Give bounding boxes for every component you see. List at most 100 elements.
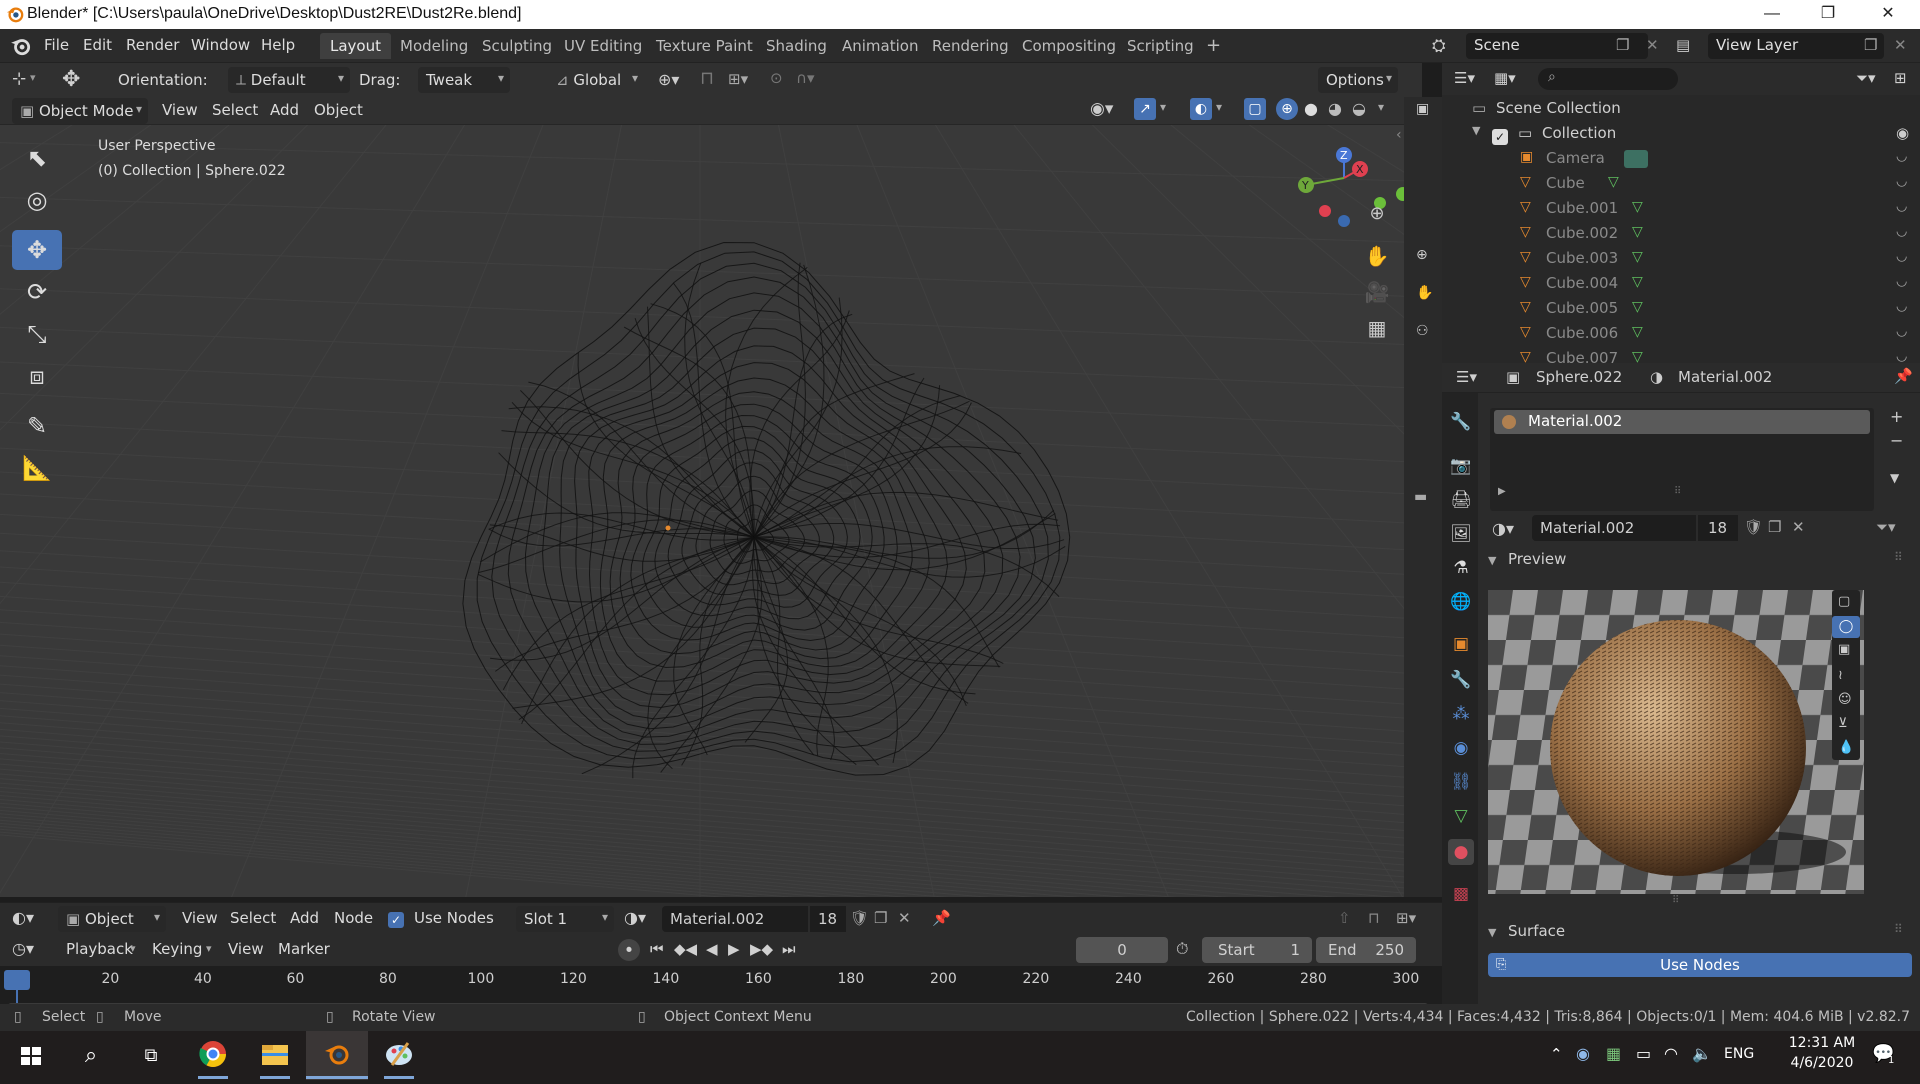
camera-view-icon[interactable]: ⚇ bbox=[1416, 323, 1429, 339]
end-frame-field[interactable]: End 250 bbox=[1316, 937, 1416, 963]
menu-help[interactable]: Help bbox=[261, 36, 295, 54]
world-icon[interactable]: 🌐 bbox=[1448, 589, 1474, 615]
show-hidden-icons[interactable]: ⌃ bbox=[1550, 1045, 1563, 1063]
particles-icon[interactable]: ⁂ bbox=[1448, 701, 1474, 727]
mesh-data-icon[interactable]: ▽ bbox=[1632, 324, 1643, 340]
tab-texture-paint[interactable]: Texture Paint bbox=[646, 33, 763, 59]
battery-icon[interactable]: ▭ bbox=[1636, 1044, 1651, 1063]
viewport-canvas[interactable] bbox=[0, 125, 1404, 897]
current-frame-field[interactable]: 0 bbox=[1076, 937, 1168, 963]
start-frame-field[interactable]: Start 1 bbox=[1202, 937, 1312, 963]
outliner-collection[interactable]: ▼ ✓ ▭ Collection ◉ bbox=[1442, 122, 1920, 147]
keying-menu[interactable]: Keying bbox=[152, 940, 202, 958]
node-tree-icon[interactable]: ⏷▾ bbox=[1876, 518, 1896, 536]
viewport-menu-object[interactable]: Object bbox=[314, 101, 363, 119]
resize-grip-icon[interactable]: ⠿ bbox=[1674, 486, 1681, 497]
menu-edit[interactable]: Edit bbox=[83, 36, 112, 54]
viewport-menu-add[interactable]: Add bbox=[270, 101, 299, 119]
eye-closed-icon[interactable]: ◡ bbox=[1896, 324, 1907, 339]
shader-type-dropdown[interactable]: ▣ Object ▾ bbox=[58, 906, 166, 932]
browse-material-icon[interactable]: ◑▾ bbox=[624, 908, 646, 927]
fluid-preview-icon[interactable]: 💧 bbox=[1838, 740, 1854, 755]
marker-menu[interactable]: Marker bbox=[278, 940, 330, 958]
rendered-shading-icon[interactable]: ◒ bbox=[1348, 98, 1370, 120]
tool-settings-icon[interactable]: 🔧 bbox=[1448, 409, 1474, 435]
mode-dropdown[interactable]: ▣ Object Mode ▾ bbox=[12, 98, 148, 124]
play-icon[interactable]: ▶ bbox=[728, 940, 740, 958]
node-menu-node[interactable]: Node bbox=[334, 909, 373, 927]
output-icon[interactable]: 🖨 bbox=[1448, 487, 1474, 513]
scene-icon[interactable]: ⚗ bbox=[1448, 555, 1474, 581]
material-slot-row[interactable]: Material.002 bbox=[1494, 410, 1870, 434]
mesh-data-icon[interactable]: ▽ bbox=[1632, 274, 1643, 290]
browse-material-icon[interactable]: ◑▾ bbox=[1492, 519, 1514, 538]
node-menu-view[interactable]: View bbox=[182, 909, 218, 927]
constraints-icon[interactable]: ⛓ bbox=[1448, 769, 1474, 795]
blender-app[interactable] bbox=[306, 1031, 368, 1080]
new-view-layer-icon[interactable]: ❐ bbox=[1864, 36, 1877, 54]
input-language[interactable]: ENG bbox=[1724, 1046, 1754, 1062]
tray-app-icon[interactable]: ▦ bbox=[1606, 1044, 1621, 1063]
add-slot-button[interactable]: + bbox=[1890, 407, 1903, 426]
volume-icon[interactable]: 🔈 bbox=[1692, 1044, 1712, 1063]
eye-closed-icon[interactable]: ◡ bbox=[1896, 249, 1907, 264]
next-keyframe-icon[interactable]: ▶◆ bbox=[750, 940, 773, 958]
falloff-icon[interactable]: ∩▾ bbox=[796, 69, 815, 87]
jump-start-icon[interactable]: ⏮ bbox=[650, 940, 664, 958]
drag-grip-icon[interactable]: ⠿ bbox=[1894, 550, 1903, 564]
chevron-down-icon[interactable]: ▼ bbox=[1472, 124, 1480, 137]
scene-icon[interactable]: ⛭ bbox=[1432, 36, 1446, 56]
pan-hand-icon[interactable]: ✋ bbox=[1360, 239, 1394, 273]
physics-icon[interactable]: ◉ bbox=[1448, 735, 1474, 761]
monkey-preview-icon[interactable]: ☺ bbox=[1838, 692, 1852, 707]
collection-checkbox[interactable]: ✓ bbox=[1492, 127, 1508, 145]
outliner-item[interactable]: ▽ Cube.006 ▽ ◡ bbox=[1442, 322, 1920, 347]
move-tool-button[interactable]: ✥ bbox=[12, 230, 62, 270]
eye-closed-icon[interactable]: ◡ bbox=[1896, 224, 1907, 239]
hair-preview-icon[interactable]: ≀ bbox=[1838, 668, 1843, 683]
close-window-button[interactable]: ✕ bbox=[1860, 0, 1916, 29]
eye-closed-icon[interactable]: ◡ bbox=[1896, 274, 1907, 289]
eye-closed-icon[interactable]: ◡ bbox=[1896, 299, 1907, 314]
minimize-button[interactable]: — bbox=[1744, 0, 1800, 29]
resize-grip-icon[interactable]: ⠿ bbox=[1672, 895, 1679, 906]
eye-closed-icon[interactable]: ◡ bbox=[1896, 199, 1907, 214]
pan-hand-icon[interactable]: ✋ bbox=[1416, 285, 1433, 301]
tab-animation[interactable]: Animation bbox=[832, 33, 928, 59]
eye-icon[interactable]: ◉ bbox=[1896, 124, 1909, 142]
3d-viewport[interactable]: User Perspective (0) Collection | Sphere… bbox=[0, 125, 1404, 897]
xray-toggle-icon[interactable]: ▢ bbox=[1244, 98, 1266, 120]
viewport-menu-select[interactable]: Select bbox=[212, 101, 258, 119]
surface-panel-label[interactable]: Surface bbox=[1508, 922, 1565, 940]
camera-view-icon[interactable]: 🎥 bbox=[1360, 275, 1394, 309]
editor-type-icon[interactable]: ◐▾ bbox=[12, 908, 34, 927]
delete-scene-icon[interactable]: ✕ bbox=[1646, 36, 1659, 54]
remove-slot-button[interactable]: − bbox=[1890, 431, 1903, 450]
outliner-scene-collection[interactable]: ▭ Scene Collection bbox=[1442, 97, 1920, 122]
paint-app[interactable] bbox=[368, 1031, 430, 1080]
view-layer-icon[interactable]: 🖼 bbox=[1448, 521, 1474, 547]
mesh-data-icon[interactable]: ▽ bbox=[1608, 174, 1619, 190]
timeline-view-menu[interactable]: View bbox=[228, 940, 264, 958]
task-view-button[interactable]: ⧉ bbox=[120, 1031, 182, 1080]
node-menu-add[interactable]: Add bbox=[290, 909, 319, 927]
viewport-menu-view[interactable]: View bbox=[162, 101, 198, 119]
jump-end-icon[interactable]: ⏭ bbox=[782, 940, 796, 958]
eye-closed-icon[interactable]: ◡ bbox=[1896, 174, 1907, 189]
new-collection-icon[interactable]: ⊞ bbox=[1894, 69, 1907, 87]
material-name-field[interactable]: Material.002 bbox=[1532, 515, 1696, 541]
tab-sculpting[interactable]: Sculpting bbox=[472, 33, 562, 59]
outliner-item[interactable]: ▽ Cube.001 ▽ ◡ bbox=[1442, 197, 1920, 222]
tab-scripting[interactable]: Scripting bbox=[1117, 33, 1204, 59]
play-reverse-icon[interactable]: ◀ bbox=[706, 940, 718, 958]
unlink-icon[interactable]: ✕ bbox=[898, 909, 911, 927]
outliner-item[interactable]: ▽ Cube.004 ▽ ◡ bbox=[1442, 272, 1920, 297]
steam-tray-icon[interactable]: ◉ bbox=[1576, 1044, 1590, 1063]
modifier-wrench-icon[interactable]: 🔧 bbox=[1448, 667, 1474, 693]
fake-user-icon[interactable]: 🛡 bbox=[850, 909, 869, 927]
expand-icon[interactable]: ▶ bbox=[1498, 486, 1506, 497]
chevron-down-icon[interactable]: ▼ bbox=[1488, 926, 1496, 939]
flat-preview-icon[interactable]: ▢ bbox=[1838, 594, 1850, 609]
snap-icon[interactable]: ⊓ bbox=[700, 68, 714, 89]
view-layer-selector[interactable]: View Layer bbox=[1708, 33, 1884, 59]
